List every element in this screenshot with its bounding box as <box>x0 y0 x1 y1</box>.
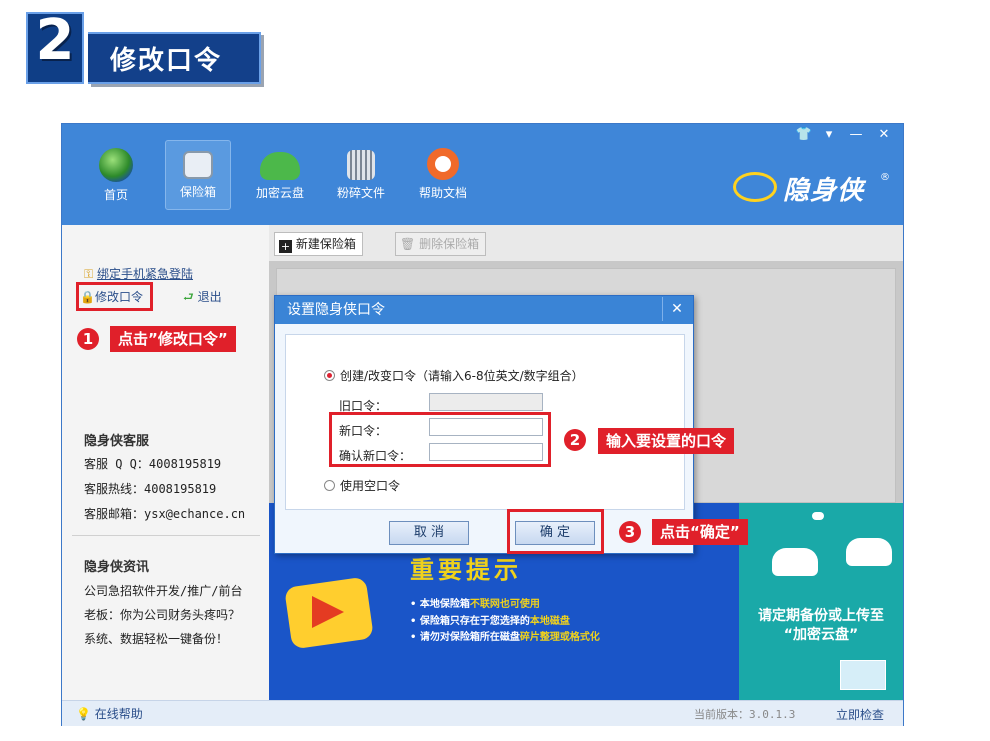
cloud-lock-icon <box>772 548 818 576</box>
service-hotline: 客服热线：4008195819 <box>84 482 217 496</box>
cloud-lock-icon <box>846 538 892 566</box>
cloud-banner-line1: 请定期备份或上传至 <box>758 608 884 624</box>
step-marker-2: 2 <box>564 429 586 451</box>
news-item[interactable]: 公司急招软件开发/推广/前台 <box>84 582 242 599</box>
step-marker-3: 3 <box>619 521 641 543</box>
upload-icon <box>840 660 886 690</box>
news-heading: 隐身侠资讯 <box>84 560 150 575</box>
banner-tip-1: • 本地保险箱不联网也可使用 <box>410 599 540 610</box>
step-marker-1: 1 <box>77 328 99 350</box>
dialog-title-bar: 设置隐身侠口令 <box>275 296 693 324</box>
highlight-ok-button <box>507 509 604 554</box>
news-item[interactable]: 老板：你为公司财务头疼吗？ <box>84 606 240 623</box>
callout-1: 点击”修改口令” <box>110 326 236 352</box>
logo-registered: ® <box>880 172 890 183</box>
service-qq: 客服 Q Q：4008195819 <box>84 457 222 471</box>
nav-help-label: 帮助文档 <box>418 186 467 200</box>
safe-toolbar <box>269 225 903 261</box>
cloud-lock-icon <box>260 152 300 180</box>
highlight-change-password <box>76 282 153 311</box>
nav-cloud[interactable]: 加密云盘 <box>247 140 313 210</box>
nav-safe[interactable]: 保险箱 <box>165 140 231 210</box>
step-number: 2 <box>35 8 75 73</box>
bind-phone-link[interactable]: ⚿ 绑定手机紧急登陆 <box>84 265 193 282</box>
plus-icon: + <box>279 240 292 253</box>
highlight-password-fields <box>329 412 551 467</box>
news-item[interactable]: 系统、数据轻松一键备份！ <box>84 630 228 647</box>
cancel-button[interactable]: 取 消 <box>389 521 469 545</box>
callout-3: 点击“确定” <box>652 519 748 545</box>
radio-create-password[interactable] <box>324 370 335 381</box>
nav-help[interactable]: 帮助文档 <box>410 140 476 210</box>
cloud-banner-line2: “加密云盘” <box>783 627 859 643</box>
dialog-title: 设置隐身侠口令 <box>287 302 385 318</box>
lifebuoy-icon <box>427 148 459 180</box>
nav-home[interactable]: 首页 <box>83 140 149 210</box>
logo-text: 隐身侠 <box>783 176 865 206</box>
version-text: 当前版本：3.0.1.3 <box>694 708 796 721</box>
new-safe-button[interactable]: + 新建保险箱 <box>274 232 363 256</box>
bind-phone-label: 绑定手机紧急登陆 <box>96 267 193 281</box>
banner-tip-2: • 保险箱只存在于您选择的本地磁盘 <box>410 616 570 627</box>
logout-label: 退出 <box>197 290 222 304</box>
delete-safe-button[interactable]: 🗑 删除保险箱 <box>395 232 487 256</box>
delete-safe-label: 删除保险箱 <box>419 237 480 251</box>
globe-icon <box>99 148 133 182</box>
banner-tip-3: • 请勿对保险箱所在磁盘碎片整理或格式化 <box>410 632 600 643</box>
dialog-close-icon[interactable]: ✕ <box>662 297 691 321</box>
nav-shred-label: 粉碎文件 <box>336 186 385 200</box>
online-help-link[interactable]: 💡 在线帮助 <box>76 705 143 722</box>
nav-shred[interactable]: 粉碎文件 <box>328 140 394 210</box>
logout-link[interactable]: ⮐ 退出 <box>183 288 222 309</box>
service-heading: 隐身侠客服 <box>84 434 150 449</box>
banner-headline: 重要提示 <box>410 556 522 584</box>
old-password-field[interactable] <box>429 393 543 411</box>
sidebar-divider <box>72 535 260 536</box>
safe-icon <box>183 151 213 179</box>
menu-icon[interactable]: ▾ <box>818 126 840 144</box>
callout-2: 输入要设置的口令 <box>598 428 735 454</box>
logout-icon: ⮐ <box>183 290 194 304</box>
cloud-small-icon <box>812 512 824 520</box>
service-email: 客服邮箱：ysx@echance.cn <box>84 507 246 521</box>
radio-empty-password[interactable] <box>324 480 335 491</box>
bulb-icon: 💡 <box>76 707 91 721</box>
nav-home-label: 首页 <box>103 188 128 202</box>
check-update-link[interactable]: 立即检查 <box>836 706 884 723</box>
nav-safe-label: 保险箱 <box>179 185 216 199</box>
nav-cloud-label: 加密云盘 <box>255 186 304 200</box>
megaphone-icon <box>312 596 344 628</box>
new-safe-label: 新建保险箱 <box>295 237 356 251</box>
online-help-label: 在线帮助 <box>94 707 143 721</box>
shredder-icon <box>347 150 375 180</box>
step-title: 修改口令 <box>110 46 223 76</box>
trash-icon: 🗑 <box>400 237 416 251</box>
logo-mark <box>733 172 777 202</box>
skin-icon[interactable]: 👕 <box>793 126 815 144</box>
minimize-icon[interactable]: — <box>845 126 867 144</box>
radio-create-label: 创建/改变口令（请输入6-8位英文/数字组合） <box>340 369 584 383</box>
key-icon: ⚿ <box>84 267 94 281</box>
radio-empty-label: 使用空口令 <box>340 479 401 493</box>
close-icon[interactable]: ✕ <box>873 126 895 144</box>
